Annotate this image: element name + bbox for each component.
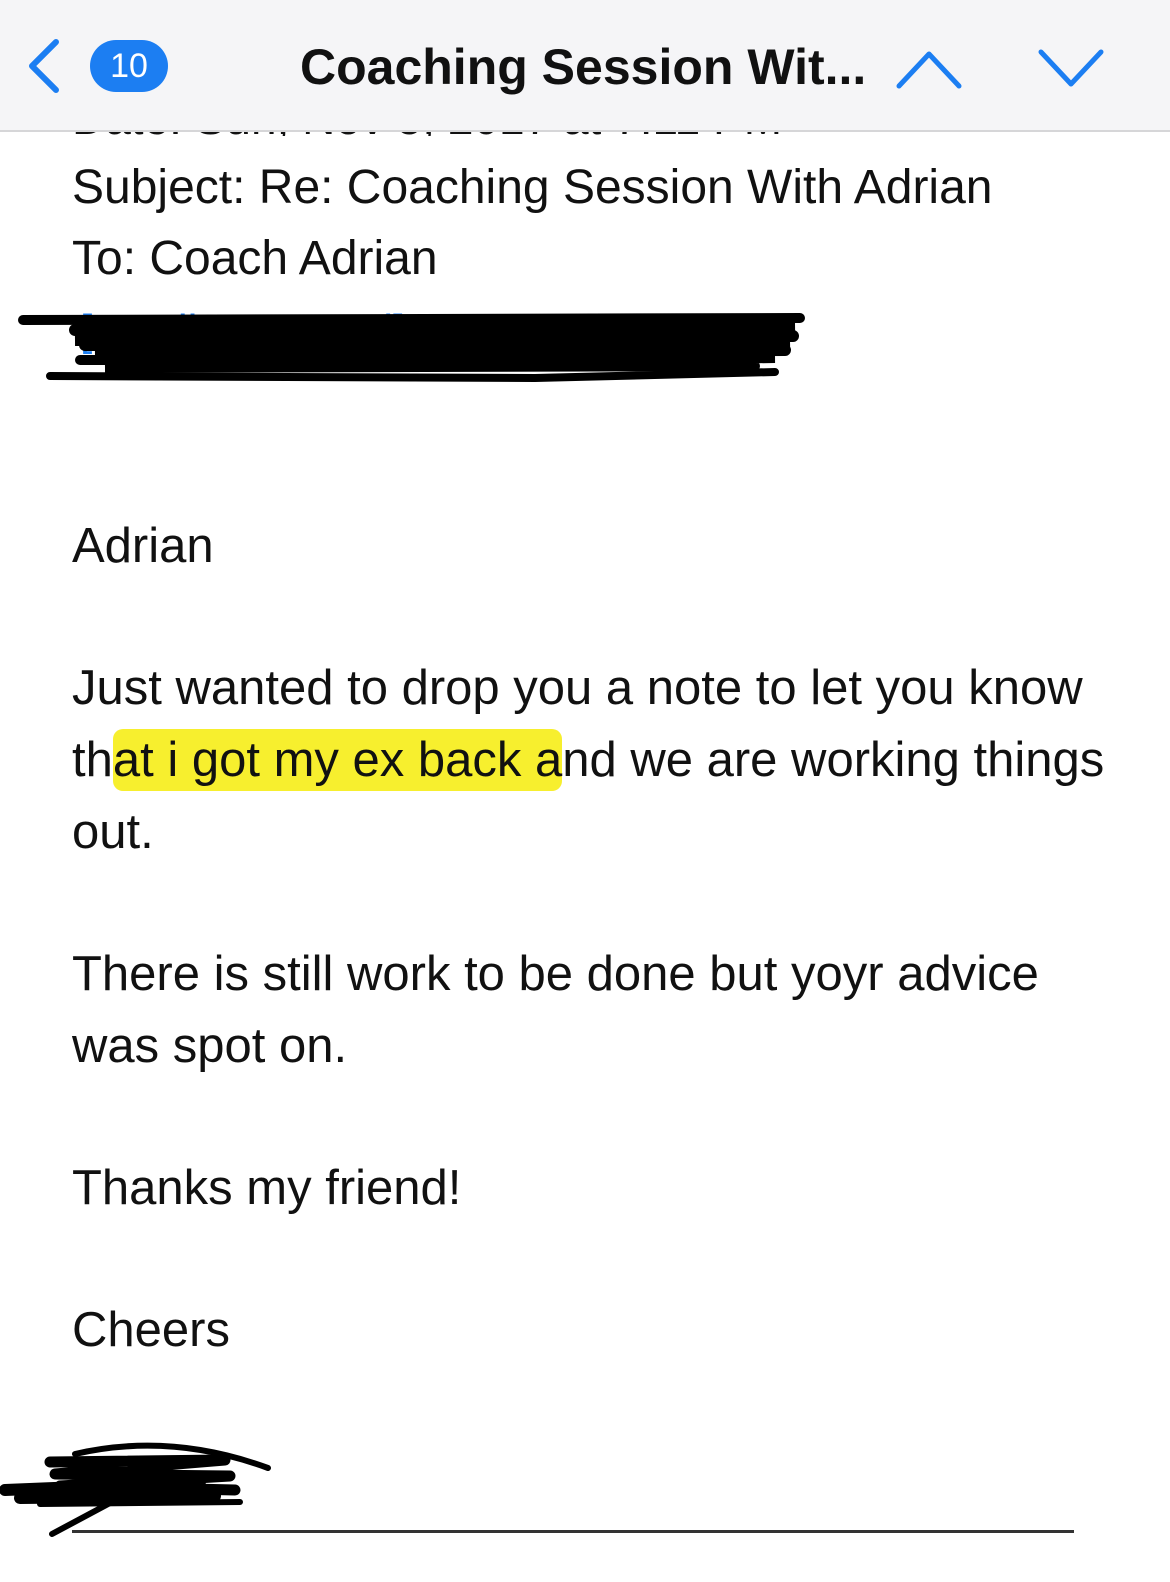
signature-scribble: [0, 1442, 271, 1537]
unread-count-badge[interactable]: 10: [90, 40, 168, 92]
closing: Cheers: [72, 1303, 230, 1357]
highlighted-text: at i got my ex back a: [112, 729, 563, 791]
signature-divider: [72, 1530, 1074, 1533]
to-line: To: Coach Adrian: [72, 232, 438, 285]
message-paragraph-1: Just wanted to drop you a note to let yo…: [72, 652, 1112, 868]
redaction-scribble: [18, 313, 805, 383]
message-title: Coaching Session Wit...: [300, 39, 867, 95]
message-paragraph-3: Thanks my friend!: [72, 1161, 462, 1215]
message-paragraph-2: There is still work to be done but yoyr …: [72, 947, 1039, 1073]
chevron-left-icon[interactable]: [22, 36, 66, 96]
chevron-down-icon[interactable]: [1035, 44, 1107, 94]
greeting: Adrian: [72, 519, 214, 573]
chevron-up-icon[interactable]: [893, 44, 965, 94]
navigation-bar: 10 Coaching Session Wit...: [0, 0, 1170, 132]
subject-line: Subject: Re: Coaching Session With Adria…: [72, 161, 993, 214]
